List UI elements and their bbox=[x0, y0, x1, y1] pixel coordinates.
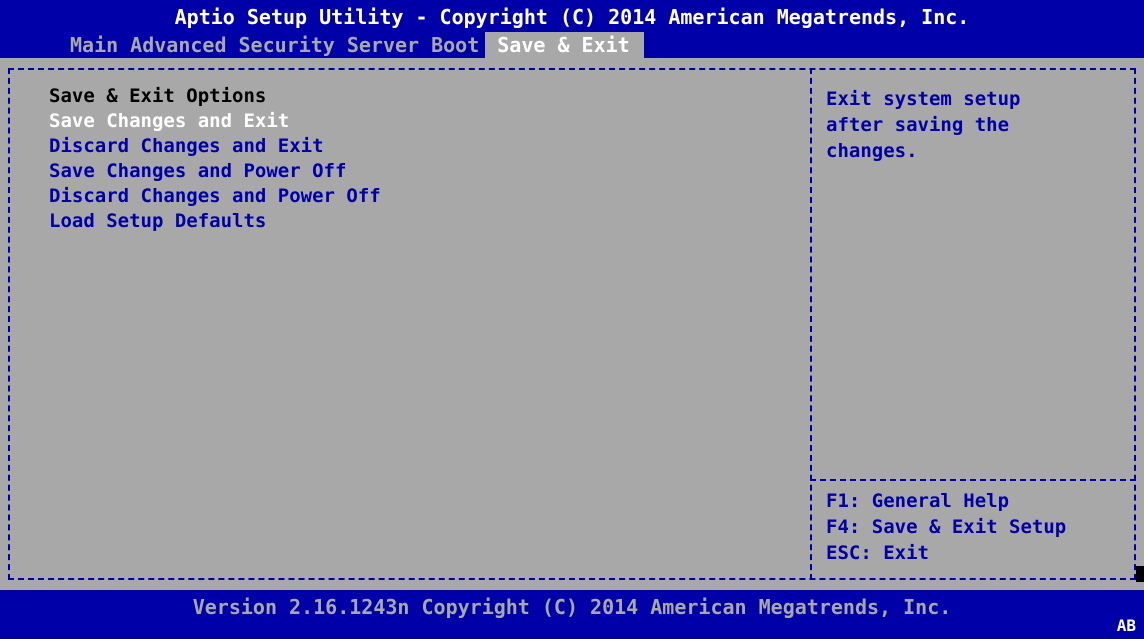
key-hint-esc: ESC: Exit bbox=[826, 542, 929, 564]
option-discard-changes-and-power-off[interactable]: Discard Changes and Power Off bbox=[49, 184, 789, 209]
tab-boot[interactable]: Boot bbox=[425, 32, 485, 58]
key-hint-f1: F1: General Help bbox=[826, 490, 1010, 512]
scroll-indicator bbox=[1136, 566, 1144, 582]
key-hint-f4: F4: Save & Exit Setup bbox=[826, 516, 1067, 538]
options-pane: Save & Exit Options Save Changes and Exi… bbox=[49, 84, 789, 234]
title-bar: Aptio Setup Utility - Copyright (C) 2014… bbox=[0, 0, 1144, 58]
option-load-setup-defaults[interactable]: Load Setup Defaults bbox=[49, 209, 789, 234]
tab-server[interactable]: Server bbox=[341, 32, 425, 58]
help-text-line: changes. bbox=[826, 140, 918, 162]
section-heading: Save & Exit Options bbox=[49, 85, 267, 107]
mode-badge: AB bbox=[1116, 616, 1136, 635]
main-menu: Main Advanced Security Server Boot Save … bbox=[64, 32, 644, 58]
pane-divider bbox=[810, 68, 812, 580]
tab-save-exit[interactable]: Save & Exit bbox=[485, 32, 644, 58]
option-save-changes-and-exit[interactable]: Save Changes and Exit bbox=[49, 109, 789, 134]
setup-screen: Save & Exit Options Save Changes and Exi… bbox=[0, 58, 1144, 590]
help-text-line: Exit system setup bbox=[826, 88, 1021, 110]
tab-security[interactable]: Security bbox=[233, 32, 341, 58]
help-panel: Exit system setup after saving the chang… bbox=[826, 86, 1126, 164]
option-discard-changes-and-exit[interactable]: Discard Changes and Exit bbox=[49, 134, 789, 159]
option-save-changes-and-power-off[interactable]: Save Changes and Power Off bbox=[49, 159, 789, 184]
help-divider bbox=[810, 479, 1136, 481]
help-text-line: after saving the bbox=[826, 114, 1010, 136]
key-legend: F1: General Help F4: Save & Exit Setup E… bbox=[826, 488, 1136, 566]
version-text: Version 2.16.1243n Copyright (C) 2014 Am… bbox=[192, 595, 952, 619]
tab-main[interactable]: Main bbox=[64, 32, 124, 58]
app-title: Aptio Setup Utility - Copyright (C) 2014… bbox=[174, 5, 970, 29]
status-bar: Version 2.16.1243n Copyright (C) 2014 Am… bbox=[0, 590, 1144, 639]
tab-advanced[interactable]: Advanced bbox=[124, 32, 232, 58]
